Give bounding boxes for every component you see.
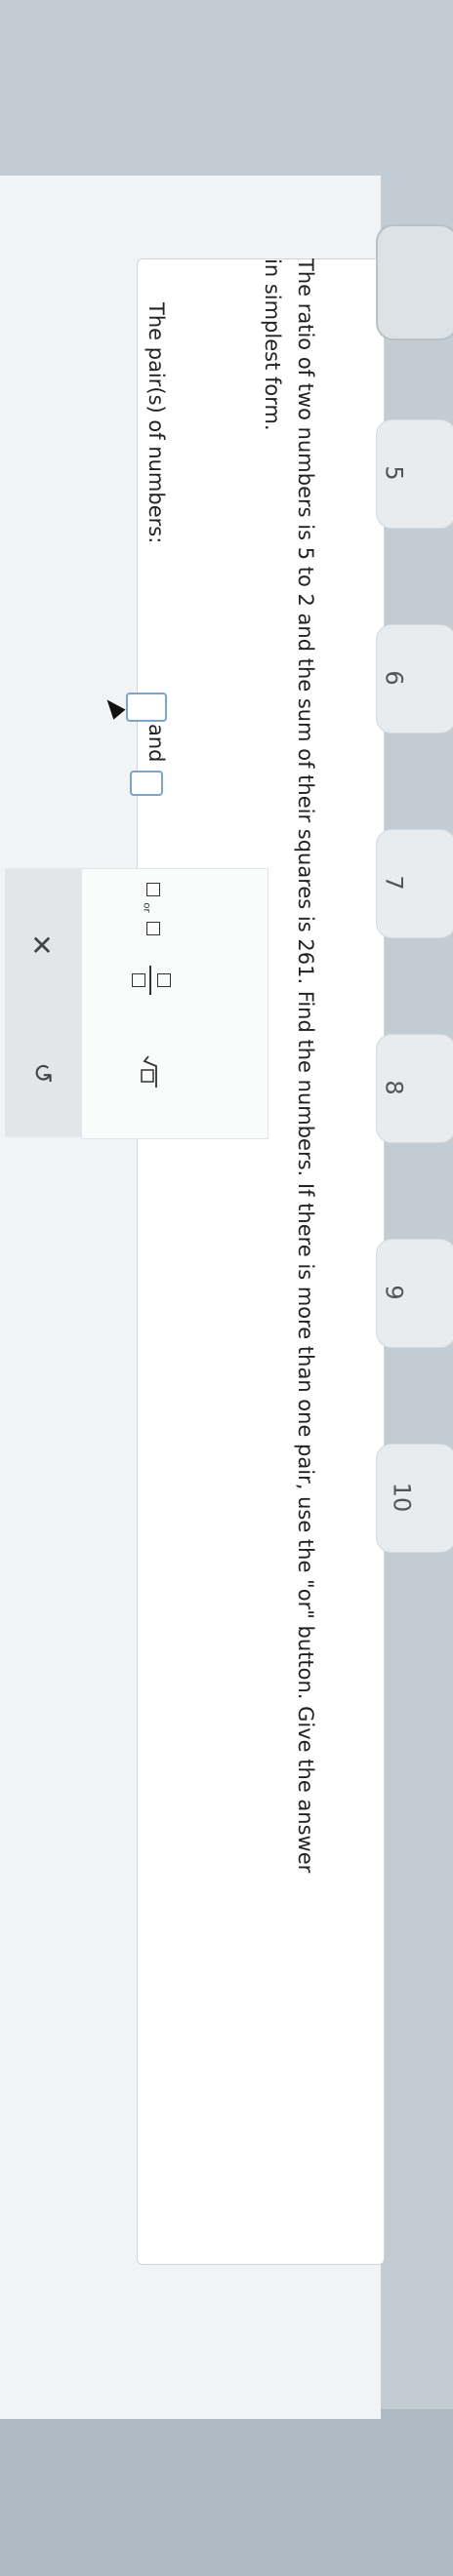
undo-icon: ↺ — [27, 1062, 57, 1084]
question-text: The ratio of two numbers is 5 to 2 and t… — [256, 258, 322, 2307]
screen: 5 6 7 8 9 10 5 6 7 8 9 10 The ratio of t… — [0, 0, 453, 2576]
tab-7[interactable]: 7 — [376, 829, 453, 938]
tab-previous[interactable] — [376, 224, 453, 340]
tab-label: 5 — [380, 465, 408, 481]
tab-5[interactable]: 5 — [376, 419, 453, 529]
tab-label: 9 — [380, 1285, 408, 1300]
tab-9[interactable]: 9 — [376, 1239, 453, 1348]
and-label: and — [144, 724, 168, 763]
tab-6[interactable]: 6 — [376, 624, 453, 733]
answer-label: The pair(s) of numbers: — [144, 302, 168, 544]
denominator-box-icon — [157, 973, 171, 987]
tab-8[interactable]: 8 — [376, 1034, 453, 1143]
tab-label: 7 — [380, 875, 408, 891]
fraction-button[interactable] — [132, 966, 175, 995]
square-root-button[interactable] — [127, 1049, 176, 1097]
second-number-input[interactable] — [130, 771, 163, 796]
or-box-2-icon — [146, 922, 160, 935]
tab-label: 10 — [388, 1482, 416, 1513]
toolbar-action-strip — [5, 868, 81, 1137]
math-toolbar — [81, 868, 268, 1139]
undo-button[interactable]: ↺ — [27, 1058, 57, 1088]
close-icon: ✕ — [30, 930, 54, 962]
tab-label: 8 — [380, 1080, 408, 1095]
question-line-1: The ratio of two numbers is 5 to 2 and t… — [294, 258, 317, 1874]
clear-button[interactable]: ✕ — [27, 931, 57, 961]
or-button[interactable]: or — [137, 883, 170, 941]
or-label: or — [141, 902, 152, 913]
numerator-box-icon — [132, 973, 145, 987]
fraction-bar-icon — [149, 966, 151, 995]
square-root-icon — [141, 1055, 157, 1088]
tab-label: 6 — [380, 670, 408, 686]
first-number-input[interactable] — [126, 693, 167, 722]
tab-10[interactable]: 10 — [376, 1444, 453, 1553]
or-box-1-icon — [146, 883, 160, 896]
question-line-2: in simplest form. — [261, 258, 284, 431]
